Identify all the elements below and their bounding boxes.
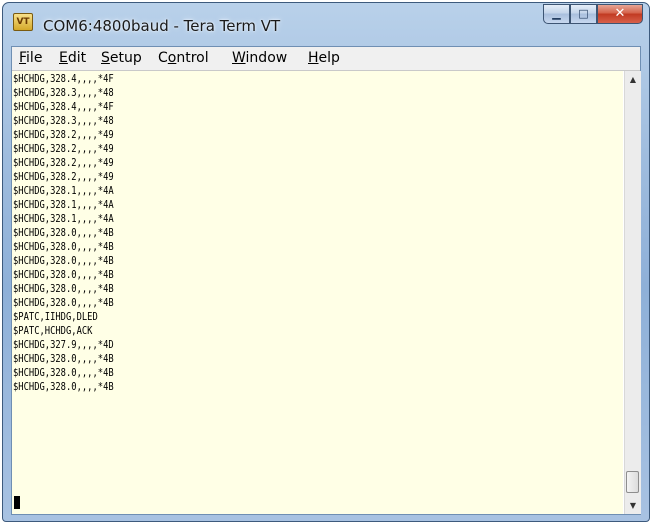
menu-control-rest: ntrol	[176, 50, 209, 66]
terminal-line: $HCHDG,328.1,,,,*4A	[13, 184, 114, 197]
terminal-cursor	[14, 496, 20, 509]
terminal-line: $HCHDG,328.2,,,,*49	[13, 170, 114, 183]
terminal-line: $HCHDG,328.0,,,,*4B	[13, 254, 114, 267]
window-title: COM6:4800baud - Tera Term VT	[43, 17, 281, 35]
terminal-line: $HCHDG,328.1,,,,*4A	[13, 198, 114, 211]
menu-file[interactable]: File	[19, 50, 42, 66]
minimize-button[interactable]: ▁	[543, 4, 570, 24]
menu-window-rest: indow	[245, 50, 288, 66]
terminal-line: $HCHDG,328.3,,,,*48	[13, 114, 114, 127]
window-controls: ▁ □ ✕	[543, 4, 643, 26]
menu-setup-rest: etup	[109, 50, 142, 66]
terminal-line: $HCHDG,328.4,,,,*4F	[13, 72, 114, 85]
menu-file-accel: F	[19, 50, 27, 66]
terminal-line: $HCHDG,328.0,,,,*4B	[13, 240, 114, 253]
menu-help-accel: H	[308, 50, 319, 66]
menu-control[interactable]: Control	[158, 50, 209, 66]
terminal-line: $HCHDG,328.0,,,,*4B	[13, 296, 114, 309]
close-button[interactable]: ✕	[597, 4, 643, 24]
menu-bar: File Edit Setup Control Window Help	[12, 47, 640, 71]
maximize-button[interactable]: □	[570, 4, 597, 24]
menu-window-accel: W	[232, 50, 246, 66]
terminal-line: $HCHDG,328.4,,,,*4F	[13, 100, 114, 113]
terminal-line: $PATC,IIHDG,DLED	[13, 310, 98, 323]
terminal-line: $HCHDG,328.1,,,,*4A	[13, 212, 114, 225]
terminal-line: $HCHDG,328.3,,,,*48	[13, 86, 114, 99]
scroll-down-arrow-icon[interactable]: ▼	[625, 497, 641, 514]
menu-file-rest: ile	[26, 50, 43, 66]
vertical-scrollbar[interactable]: ▲ ▼	[624, 71, 641, 514]
tera-term-app-icon[interactable]: VT	[13, 13, 33, 31]
terminal-line: $HCHDG,328.2,,,,*49	[13, 156, 114, 169]
terminal-line: $HCHDG,328.0,,,,*4B	[13, 268, 114, 281]
scrollbar-thumb[interactable]	[626, 471, 639, 493]
terminal-output[interactable]: $HCHDG,328.4,,,,*4F $HCHDG,328.3,,,,*48 $H…	[12, 71, 623, 514]
menu-edit[interactable]: Edit	[59, 50, 86, 66]
terminal-line: $HCHDG,328.0,,,,*4B	[13, 226, 114, 239]
menu-edit-accel: E	[59, 50, 68, 66]
terminal-line: $HCHDG,328.0,,,,*4B	[13, 282, 114, 295]
tera-term-window: VT COM6:4800baud - Tera Term VT ▁ □ ✕ Fi…	[2, 2, 650, 522]
client-area: File Edit Setup Control Window Help $HCH…	[11, 46, 641, 515]
menu-help[interactable]: Help	[308, 50, 340, 66]
terminal-line: $HCHDG,328.0,,,,*4B	[13, 352, 114, 365]
scroll-up-arrow-icon[interactable]: ▲	[625, 71, 641, 88]
menu-window[interactable]: Window	[232, 50, 287, 66]
terminal-line: $HCHDG,328.2,,,,*49	[13, 128, 114, 141]
menu-edit-rest: dit	[67, 50, 87, 66]
terminal-line: $HCHDG,328.2,,,,*49	[13, 142, 114, 155]
menu-setup[interactable]: Setup	[101, 50, 142, 66]
terminal-line: $HCHDG,327.9,,,,*4D	[13, 338, 114, 351]
menu-setup-accel: S	[101, 50, 110, 66]
terminal-line: $HCHDG,328.0,,,,*4B	[13, 380, 114, 393]
terminal-line: $HCHDG,328.0,,,,*4B	[13, 366, 114, 379]
title-bar[interactable]: VT COM6:4800baud - Tera Term VT ▁ □ ✕	[3, 3, 649, 47]
menu-control-pre: C	[158, 50, 168, 66]
terminal-lines: $HCHDG,328.4,,,,*4F $HCHDG,328.3,,,,*48 $H…	[13, 72, 114, 394]
menu-help-rest: elp	[318, 50, 340, 66]
terminal-line: $PATC,HCHDG,ACK	[13, 324, 93, 337]
